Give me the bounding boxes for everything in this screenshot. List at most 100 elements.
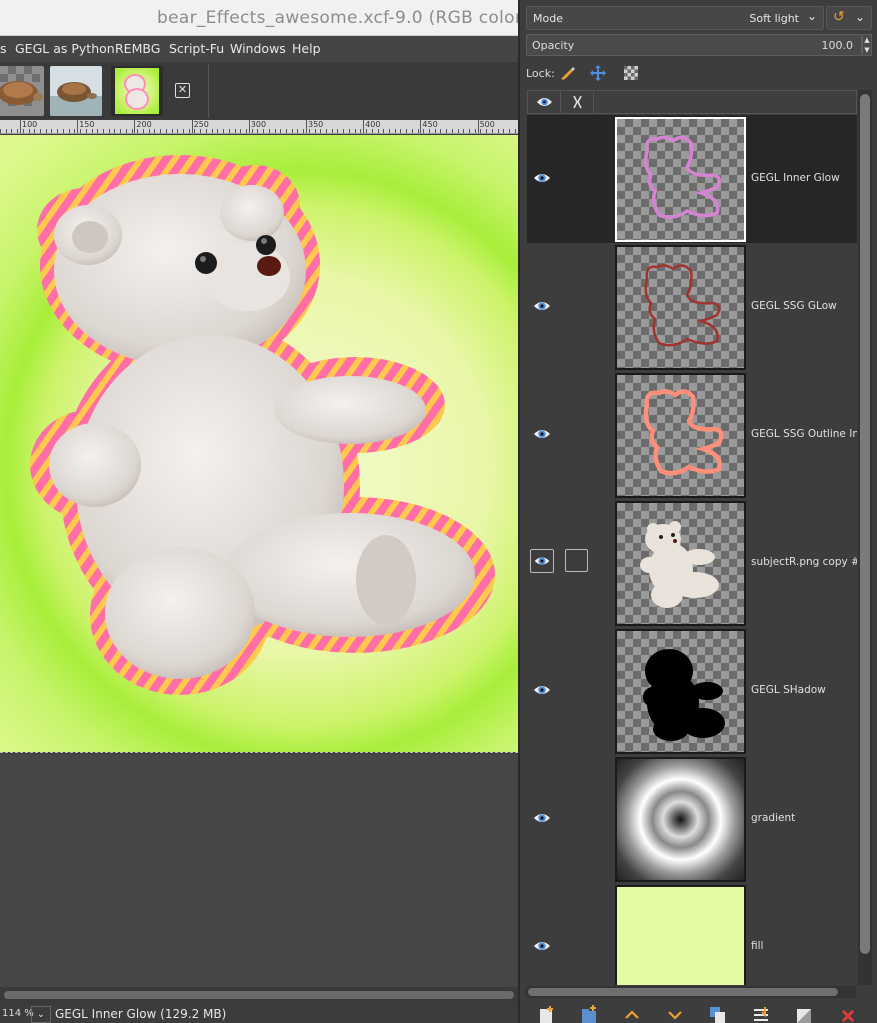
layer-mode-select[interactable]: Mode Soft light ⌄ bbox=[526, 6, 824, 30]
menu-item-help[interactable]: Help bbox=[292, 41, 321, 56]
layer-row[interactable]: subjectR.png copy #2 bbox=[527, 499, 857, 627]
new-layer-group-icon[interactable] bbox=[579, 1005, 599, 1023]
merge-down-icon[interactable] bbox=[751, 1005, 771, 1023]
layer-name[interactable]: GEGL SHadow bbox=[751, 684, 826, 696]
ruler-minor-tick bbox=[0, 129, 1, 133]
lock-pixels-icon[interactable] bbox=[558, 64, 576, 82]
ruler-minor-tick bbox=[371, 129, 373, 133]
eye-icon[interactable] bbox=[533, 809, 551, 827]
layer-name[interactable]: GEGL SSG Outline Ima bbox=[751, 428, 857, 440]
image-tab-tortoise-2[interactable] bbox=[50, 66, 102, 116]
lock-position-icon[interactable] bbox=[589, 64, 607, 82]
image-tab-tortoise[interactable] bbox=[0, 66, 44, 116]
layer-row[interactable]: GEGL Inner Glow bbox=[527, 115, 857, 243]
ruler-minor-tick bbox=[497, 129, 499, 133]
image-canvas[interactable] bbox=[0, 135, 518, 752]
eye-icon[interactable] bbox=[533, 425, 551, 443]
layer-row[interactable]: GEGL SSG Outline Ima bbox=[527, 371, 857, 499]
layers-horizontal-scrollbar[interactable] bbox=[526, 986, 856, 998]
menu-item-gegl-as-python[interactable]: GEGL as Python bbox=[15, 41, 115, 56]
layer-name[interactable]: fill bbox=[751, 940, 763, 952]
eye-icon[interactable] bbox=[530, 549, 554, 573]
ruler-minor-tick bbox=[469, 129, 471, 133]
ruler-major-tick bbox=[134, 120, 136, 133]
ruler-minor-tick bbox=[400, 129, 402, 133]
layers-vertical-scrollbar[interactable] bbox=[858, 90, 872, 985]
spin-down-icon[interactable]: ▼ bbox=[863, 45, 871, 55]
ruler-minor-tick bbox=[337, 129, 339, 133]
ruler-minor-tick bbox=[257, 129, 259, 133]
new-layer-icon[interactable] bbox=[536, 1005, 556, 1023]
lock-alpha-icon[interactable] bbox=[622, 64, 640, 82]
title-bar: bear_Effects_awesome.xcf-9.0 (RGB color … bbox=[0, 0, 520, 36]
image-tab-bear-active[interactable] bbox=[111, 66, 163, 116]
layer-thumbnail[interactable] bbox=[615, 245, 746, 370]
menu-item-filters[interactable]: s bbox=[0, 41, 7, 56]
menu-bar: s GEGL as Python REMBG Script-Fu Windows… bbox=[0, 36, 520, 62]
opacity-spinner[interactable]: ▲ ▼ bbox=[862, 34, 872, 56]
status-message: GEGL Inner Glow (129.2 MB) bbox=[55, 1007, 227, 1021]
ruler-minor-tick bbox=[366, 129, 368, 133]
duplicate-layer-icon[interactable] bbox=[708, 1005, 728, 1023]
layer-name[interactable]: gradient bbox=[751, 812, 795, 824]
zoom-dropdown-icon[interactable]: ⌄ bbox=[31, 1006, 51, 1023]
ruler-minor-tick bbox=[491, 129, 493, 133]
opacity-value: 100.0 bbox=[821, 39, 854, 52]
layer-thumbnail[interactable] bbox=[615, 757, 746, 882]
ruler-minor-tick bbox=[183, 129, 185, 133]
layer-row[interactable]: gradient bbox=[527, 755, 857, 883]
menu-item-script-fu[interactable]: Script-Fu bbox=[169, 41, 224, 56]
layer-thumbnail[interactable] bbox=[615, 629, 746, 754]
ruler-minor-tick bbox=[17, 129, 19, 133]
ruler-minor-tick bbox=[451, 129, 453, 133]
eye-icon[interactable] bbox=[533, 937, 551, 955]
layer-thumbnail[interactable] bbox=[615, 117, 746, 242]
spin-up-icon[interactable]: ▲ bbox=[863, 35, 871, 45]
eye-icon[interactable] bbox=[533, 297, 551, 315]
delete-layer-icon[interactable] bbox=[838, 1005, 858, 1023]
link-toggle[interactable] bbox=[565, 549, 588, 572]
ruler-minor-tick bbox=[423, 129, 425, 133]
ruler-minor-tick bbox=[217, 129, 219, 133]
layer-thumbnail[interactable] bbox=[615, 501, 746, 626]
layer-thumbnail[interactable] bbox=[615, 885, 746, 985]
visibility-column-header[interactable] bbox=[528, 91, 561, 113]
menu-item-windows[interactable]: Windows bbox=[230, 41, 286, 56]
ruler-minor-tick bbox=[348, 129, 350, 133]
ruler-minor-tick bbox=[114, 129, 116, 133]
lower-layer-icon[interactable] bbox=[665, 1005, 685, 1023]
layer-name[interactable]: GEGL Inner Glow bbox=[751, 172, 840, 184]
menu-item-rembg[interactable]: REMBG bbox=[115, 41, 160, 56]
ruler-minor-tick bbox=[205, 129, 207, 133]
ruler-minor-tick bbox=[331, 129, 333, 133]
raise-layer-icon[interactable] bbox=[622, 1005, 642, 1023]
eye-icon[interactable] bbox=[533, 169, 551, 187]
bear-inner-ear bbox=[72, 221, 108, 253]
ruler-minor-tick bbox=[486, 129, 488, 133]
mask-icon[interactable] bbox=[794, 1005, 814, 1023]
composite-mode-button[interactable]: ↺ ⌄ bbox=[826, 6, 872, 30]
ruler-minor-tick bbox=[11, 129, 13, 133]
layer-row[interactable]: GEGL SHadow bbox=[527, 627, 857, 755]
layer-name[interactable]: GEGL SSG GLow bbox=[751, 300, 837, 312]
layer-row[interactable]: GEGL SSG GLow bbox=[527, 243, 857, 371]
zoom-level[interactable]: 114 % bbox=[2, 1008, 34, 1019]
layer-row[interactable]: fill bbox=[527, 883, 857, 985]
ruler-minor-tick bbox=[45, 129, 47, 133]
ruler-minor-tick bbox=[263, 129, 265, 133]
canvas-horizontal-scrollbar[interactable] bbox=[0, 988, 518, 1002]
ruler-minor-tick bbox=[143, 129, 144, 133]
ruler-label: 100 bbox=[22, 120, 38, 129]
ruler-minor-tick bbox=[137, 129, 139, 133]
chain-column-header[interactable] bbox=[561, 91, 594, 113]
eye-icon[interactable] bbox=[533, 681, 551, 699]
layer-name[interactable]: subjectR.png copy #2 bbox=[751, 556, 857, 568]
horizontal-ruler[interactable]: 100 150 200 250 300 350 400 450 500 bbox=[0, 120, 520, 134]
close-tab-icon[interactable]: ✕ bbox=[175, 83, 190, 98]
ruler-minor-tick bbox=[303, 129, 305, 133]
inner-glow-outline-thumbnail bbox=[643, 135, 721, 219]
opacity-slider[interactable]: Opacity 100.0 bbox=[526, 34, 862, 56]
ruler-minor-tick bbox=[463, 129, 465, 133]
layer-thumbnail[interactable] bbox=[615, 373, 746, 498]
ruler-major-tick bbox=[248, 120, 250, 133]
